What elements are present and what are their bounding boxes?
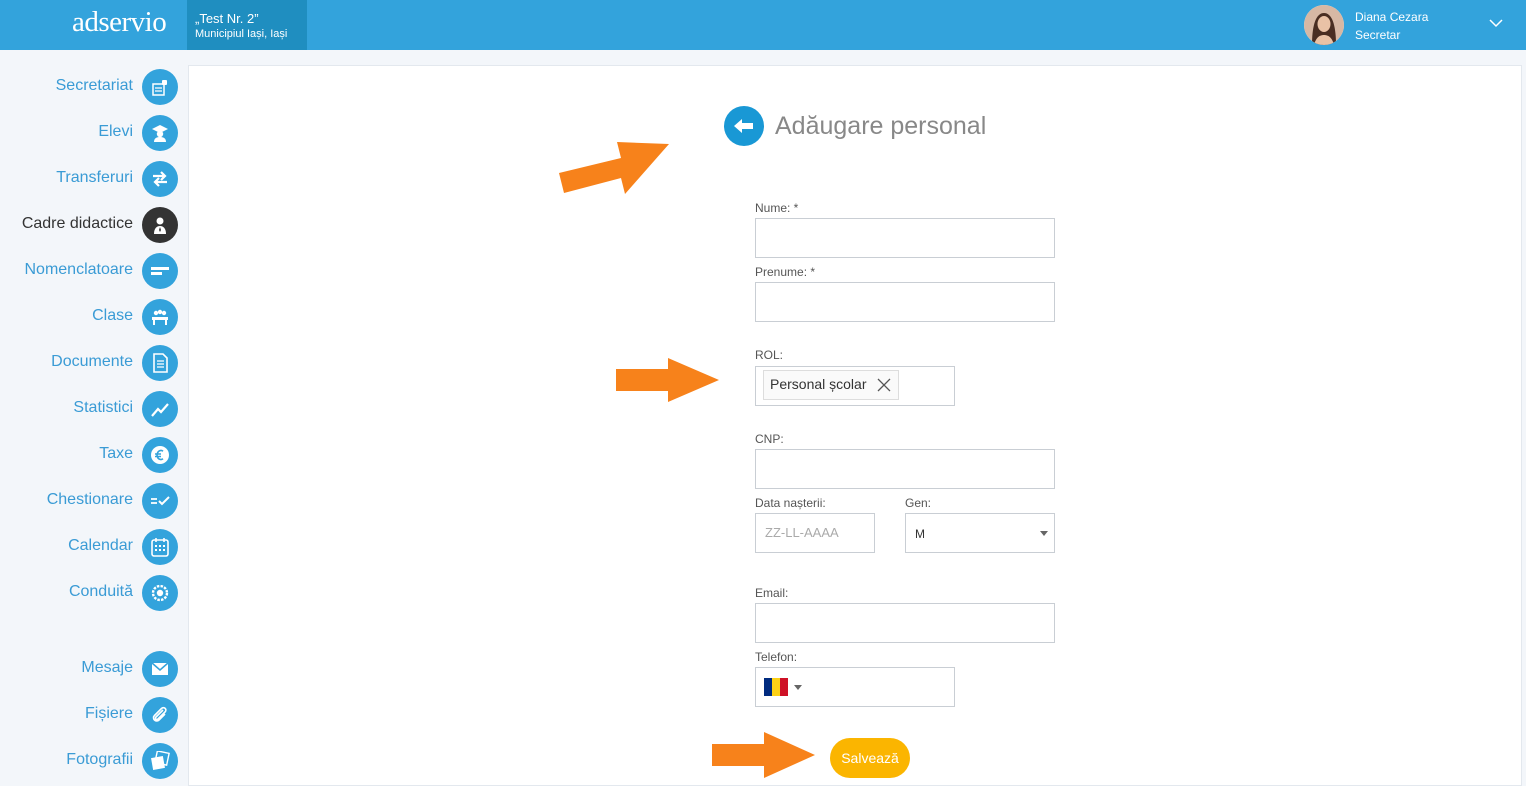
sidebar-item-label: Conduită (68, 583, 133, 600)
conduct-icon (142, 575, 178, 611)
sidebar-item-label: Documente (51, 353, 133, 370)
arrow-left-icon (734, 119, 753, 133)
rol-tag-label: Personal școlar (770, 376, 867, 392)
sidebar-item-documente[interactable]: Documente (0, 343, 186, 383)
prenume-label: Prenume: * (755, 265, 816, 279)
teacher-icon (142, 207, 178, 243)
sidebar-item-taxe[interactable]: Taxe (0, 435, 186, 475)
email-field[interactable] (755, 603, 1055, 643)
sidebar-item-fotografii[interactable]: Fotografii (0, 741, 186, 781)
secretariat-icon (142, 69, 178, 105)
birthdate-placeholder: ZZ-LL-AAAA (765, 525, 839, 540)
sidebar-item-label: Cadre didactice (21, 215, 133, 232)
app-logo[interactable]: adservio (72, 6, 167, 39)
sidebar-item-label: Chestionare (46, 491, 133, 508)
nomenclature-icon (142, 253, 178, 289)
user-name: Diana Cezara (1355, 10, 1429, 24)
calendar-icon (142, 529, 178, 565)
school-location: Municipiul Iași, Iași (195, 28, 288, 40)
paperclip-icon (142, 697, 178, 733)
caret-down-icon (1040, 531, 1048, 536)
rol-label: ROL: (755, 348, 784, 362)
annotation-arrow-icon (712, 732, 815, 778)
caret-down-icon[interactable] (794, 685, 802, 690)
sidebar-item-label: Taxe (99, 445, 133, 462)
sidebar-item-conduita[interactable]: Conduită (0, 573, 186, 613)
cnp-field[interactable] (755, 449, 1055, 489)
sidebar-item-statistici[interactable]: Statistici (0, 389, 186, 429)
close-icon[interactable] (876, 377, 892, 393)
avatar[interactable] (1304, 5, 1344, 45)
sidebar: Secretariat Elevi Transferuri Cadre dida… (0, 50, 186, 786)
sidebar-item-cadre-didactice[interactable]: Cadre didactice (0, 205, 186, 245)
sidebar-item-elevi[interactable]: Elevi (0, 113, 186, 153)
sidebar-item-label: Nomenclatoare (24, 261, 134, 278)
sidebar-item-label: Secretariat (55, 77, 133, 94)
school-name: „Test Nr. 2” (195, 11, 259, 26)
sidebar-item-label: Fișiere (84, 705, 133, 722)
phone-label: Telefon: (755, 650, 798, 664)
classes-icon (142, 299, 178, 335)
document-icon (142, 345, 178, 381)
euro-icon (142, 437, 178, 473)
gender-select[interactable] (905, 513, 1055, 553)
nume-label: Nume: * (755, 201, 799, 215)
chevron-down-icon[interactable] (1488, 15, 1504, 31)
romania-flag-icon[interactable] (764, 678, 788, 696)
students-icon (142, 115, 178, 151)
top-bar: adservio „Test Nr. 2” Municipiul Iași, I… (0, 0, 1526, 50)
school-selector[interactable]: „Test Nr. 2” Municipiul Iași, Iași (187, 0, 307, 50)
user-info[interactable]: Diana Cezara Secretar (1355, 8, 1428, 44)
annotation-arrow-icon (559, 142, 669, 194)
sidebar-item-mesaje[interactable]: Mesaje (0, 649, 186, 689)
sidebar-item-calendar[interactable]: Calendar (0, 527, 186, 567)
sidebar-item-chestionare[interactable]: Chestionare (0, 481, 186, 521)
statistics-icon (142, 391, 178, 427)
gender-value: M (915, 527, 925, 541)
sidebar-item-secretariat[interactable]: Secretariat (0, 67, 186, 107)
user-role: Secretar (1355, 28, 1401, 42)
nume-field[interactable] (755, 218, 1055, 258)
sidebar-item-clase[interactable]: Clase (0, 297, 186, 337)
birthdate-label: Data nașterii: (755, 496, 826, 510)
sidebar-item-label: Clase (92, 307, 133, 324)
save-button[interactable]: Salvează (830, 738, 910, 778)
page-title: Adăugare personal (775, 112, 987, 140)
annotation-arrow-icon (616, 358, 719, 402)
transfer-icon (142, 161, 178, 197)
photos-icon (142, 743, 178, 779)
back-button[interactable] (724, 106, 764, 146)
questionnaire-icon (142, 483, 178, 519)
email-label: Email: (755, 586, 789, 600)
gender-label: Gen: (905, 496, 932, 510)
sidebar-item-label: Calendar (68, 537, 133, 554)
prenume-field[interactable] (755, 282, 1055, 322)
mail-icon (142, 651, 178, 687)
cnp-label: CNP: (755, 432, 784, 446)
sidebar-item-label: Transferuri (56, 169, 133, 186)
sidebar-item-label: Fotografii (66, 751, 133, 768)
sidebar-item-label: Elevi (98, 123, 133, 140)
sidebar-item-label: Statistici (73, 399, 133, 416)
sidebar-item-transferuri[interactable]: Transferuri (0, 159, 186, 199)
sidebar-item-label: Mesaje (81, 659, 133, 676)
sidebar-item-fisiere[interactable]: Fișiere (0, 695, 186, 735)
sidebar-item-nomenclatoare[interactable]: Nomenclatoare (0, 251, 186, 291)
